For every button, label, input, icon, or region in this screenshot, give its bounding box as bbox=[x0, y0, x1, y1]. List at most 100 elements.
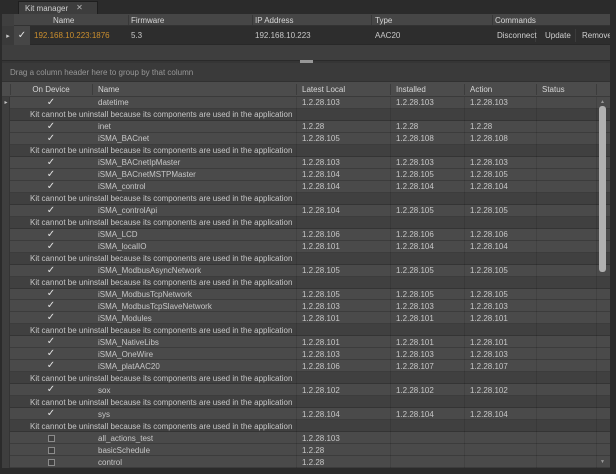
row-indicator-cell bbox=[2, 396, 10, 408]
kit-row-sys[interactable]: ✓sys1.2.28.1041.2.28.1041.2.28.104 bbox=[2, 408, 610, 420]
kit-row-iSMA_OneWire[interactable]: ✓iSMA_OneWire1.2.28.1031.2.28.1031.2.28.… bbox=[2, 348, 610, 360]
on-device-checkbox[interactable]: ✓ bbox=[47, 170, 55, 180]
row-indicator-cell bbox=[2, 217, 10, 229]
on-device-checkbox[interactable]: ✓ bbox=[47, 134, 55, 144]
device-checkbox[interactable]: ✓ bbox=[14, 26, 30, 45]
column-header-firmware[interactable]: Firmware bbox=[131, 14, 164, 26]
group-by-hint: Drag a column header here to group by th… bbox=[10, 68, 193, 77]
on-device-checkbox[interactable]: ✓ bbox=[47, 313, 55, 323]
kit-row-iSMA_BACnet[interactable]: ✓iSMA_BACnet1.2.28.1051.2.28.1081.2.28.1… bbox=[2, 133, 610, 145]
kit-row-iSMA_ModbusAsyncNetwork[interactable]: ✓iSMA_ModbusAsyncNetwork1.2.28.1051.2.28… bbox=[2, 265, 610, 277]
on-device-cell: ✓ bbox=[10, 384, 92, 396]
kit-row-datetime[interactable]: ▸✓datetime1.2.28.1031.2.28.1031.2.28.103 bbox=[2, 97, 610, 109]
on-device-checkbox[interactable]: ✓ bbox=[47, 409, 55, 419]
on-device-cell bbox=[10, 432, 92, 444]
column-header-status[interactable]: Status bbox=[542, 82, 565, 97]
latest-local-cell: 1.2.28.104 bbox=[302, 181, 340, 193]
on-device-checkbox[interactable]: ✓ bbox=[47, 361, 55, 371]
kit-row-control[interactable]: control1.2.28 bbox=[2, 456, 610, 468]
latest-local-cell: 1.2.28.103 bbox=[302, 157, 340, 169]
on-device-checkbox[interactable] bbox=[48, 435, 55, 442]
on-device-checkbox[interactable]: ✓ bbox=[47, 301, 55, 311]
remove-button[interactable]: Remove bbox=[582, 26, 610, 45]
kit-manager-window: Kit manager ✕ Name Firmware IP Address T… bbox=[0, 0, 616, 474]
kit-row-iSMA_Modules[interactable]: ✓iSMA_Modules1.2.28.1011.2.28.1011.2.28.… bbox=[2, 312, 610, 324]
on-device-checkbox[interactable] bbox=[48, 447, 55, 454]
on-device-checkbox[interactable]: ✓ bbox=[47, 98, 55, 108]
kit-name-cell: datetime bbox=[98, 97, 129, 109]
uninstall-message-row: Kit cannot be uninstall because its comp… bbox=[2, 396, 610, 408]
on-device-checkbox[interactable]: ✓ bbox=[47, 206, 55, 216]
on-device-checkbox[interactable]: ✓ bbox=[47, 349, 55, 359]
column-header-kit-name[interactable]: Name bbox=[98, 82, 119, 97]
disconnect-button[interactable]: Disconnect bbox=[497, 26, 537, 45]
kit-name-cell: basicSchedule bbox=[98, 444, 150, 456]
on-device-checkbox[interactable]: ✓ bbox=[47, 266, 55, 276]
column-header-installed[interactable]: Installed bbox=[396, 82, 426, 97]
kit-row-iSMA_ModbusTcpSlaveNetwork[interactable]: ✓iSMA_ModbusTcpSlaveNetwork1.2.28.1031.2… bbox=[2, 300, 610, 312]
kit-row-iSMA_ModbusTcpNetwork[interactable]: ✓iSMA_ModbusTcpNetwork1.2.28.1051.2.28.1… bbox=[2, 289, 610, 301]
kit-row-iSMA_LCD[interactable]: ✓iSMA_LCD1.2.28.1061.2.28.1061.2.28.106 bbox=[2, 229, 610, 241]
tab-kit-manager[interactable]: Kit manager ✕ bbox=[18, 1, 98, 14]
installed-cell: 1.2.28.103 bbox=[396, 97, 434, 109]
installed-cell: 1.2.28.106 bbox=[396, 229, 434, 241]
kit-name-cell: iSMA_BACnet bbox=[98, 133, 149, 145]
latest-local-cell: 1.2.28.102 bbox=[302, 384, 340, 396]
on-device-checkbox[interactable]: ✓ bbox=[47, 122, 55, 132]
vertical-scrollbar[interactable]: ▲ ▼ bbox=[595, 97, 610, 468]
row-indicator-cell bbox=[2, 229, 10, 241]
on-device-checkbox[interactable] bbox=[48, 459, 55, 466]
column-header-latest-local[interactable]: Latest Local bbox=[302, 82, 345, 97]
row-indicator-cell bbox=[2, 265, 10, 277]
on-device-checkbox[interactable]: ✓ bbox=[47, 242, 55, 252]
column-divider bbox=[464, 97, 465, 468]
device-row[interactable]: ▸ ✓ 192.168.10.223:1876 5.3 192.168.10.2… bbox=[2, 26, 610, 45]
column-header-action[interactable]: Action bbox=[470, 82, 492, 97]
kit-row-iSMA_platAAC20[interactable]: ✓iSMA_platAAC201.2.28.1061.2.28.1071.2.2… bbox=[2, 360, 610, 372]
column-header-ip-address[interactable]: IP Address bbox=[255, 14, 294, 26]
kit-row-sox[interactable]: ✓sox1.2.28.1021.2.28.1021.2.28.102 bbox=[2, 384, 610, 396]
action-cell: 1.2.28.103 bbox=[470, 348, 508, 360]
scrollbar-thumb[interactable] bbox=[599, 106, 606, 272]
latest-local-cell: 1.2.28.105 bbox=[302, 265, 340, 277]
installed-cell: 1.2.28.107 bbox=[396, 360, 434, 372]
column-header-name[interactable]: Name bbox=[53, 14, 74, 26]
kit-row-iSMA_controlApi[interactable]: ✓iSMA_controlApi1.2.28.1041.2.28.1051.2.… bbox=[2, 205, 610, 217]
kit-row-iSMA_NativeLibs[interactable]: ✓iSMA_NativeLibs1.2.28.1011.2.28.1011.2.… bbox=[2, 336, 610, 348]
uninstall-message: Kit cannot be uninstall because its comp… bbox=[30, 396, 292, 408]
on-device-checkbox[interactable]: ✓ bbox=[47, 385, 55, 395]
column-header-commands[interactable]: Commands bbox=[495, 14, 536, 26]
on-device-checkbox[interactable]: ✓ bbox=[47, 158, 55, 168]
uninstall-message-row: Kit cannot be uninstall because its comp… bbox=[2, 145, 610, 157]
on-device-checkbox[interactable]: ✓ bbox=[47, 337, 55, 347]
column-header-type[interactable]: Type bbox=[375, 14, 392, 26]
on-device-checkbox[interactable]: ✓ bbox=[47, 289, 55, 299]
column-divider bbox=[92, 84, 93, 95]
kit-row-all_actions_test[interactable]: all_actions_test1.2.28.103 bbox=[2, 432, 610, 444]
kit-row-iSMA_BACnetMSTPMaster[interactable]: ✓iSMA_BACnetMSTPMaster1.2.28.1041.2.28.1… bbox=[2, 169, 610, 181]
uninstall-message: Kit cannot be uninstall because its comp… bbox=[30, 217, 292, 229]
uninstall-message-row: Kit cannot be uninstall because its comp… bbox=[2, 420, 610, 432]
kit-row-basicSchedule[interactable]: basicSchedule1.2.28 bbox=[2, 444, 610, 456]
device-header-indicator-cell bbox=[2, 14, 14, 26]
installed-cell: 1.2.28.101 bbox=[396, 336, 434, 348]
column-divider bbox=[596, 84, 597, 95]
scroll-up-icon[interactable]: ▲ bbox=[595, 98, 610, 106]
latest-local-cell: 1.2.28 bbox=[302, 121, 324, 133]
action-cell: 1.2.28 bbox=[470, 121, 492, 133]
update-button[interactable]: Update bbox=[545, 26, 571, 45]
on-device-cell: ✓ bbox=[10, 97, 92, 109]
column-header-on-device[interactable]: On Device bbox=[10, 82, 92, 97]
scroll-down-icon[interactable]: ▼ bbox=[595, 458, 610, 466]
on-device-cell: ✓ bbox=[10, 229, 92, 241]
on-device-checkbox[interactable]: ✓ bbox=[47, 182, 55, 192]
row-indicator-cell bbox=[2, 121, 10, 133]
kit-row-inet[interactable]: ✓inet1.2.281.2.281.2.28 bbox=[2, 121, 610, 133]
kit-row-iSMA_control[interactable]: ✓iSMA_control1.2.28.1041.2.28.1041.2.28.… bbox=[2, 181, 610, 193]
on-device-checkbox[interactable]: ✓ bbox=[47, 230, 55, 240]
kit-row-iSMA_localIO[interactable]: ✓iSMA_localIO1.2.28.1011.2.28.1041.2.28.… bbox=[2, 241, 610, 253]
close-icon[interactable]: ✕ bbox=[76, 4, 83, 12]
kit-row-iSMA_BACnetIpMaster[interactable]: ✓iSMA_BACnetIpMaster1.2.28.1031.2.28.103… bbox=[2, 157, 610, 169]
action-cell: 1.2.28.104 bbox=[470, 408, 508, 420]
installed-cell: 1.2.28.105 bbox=[396, 205, 434, 217]
